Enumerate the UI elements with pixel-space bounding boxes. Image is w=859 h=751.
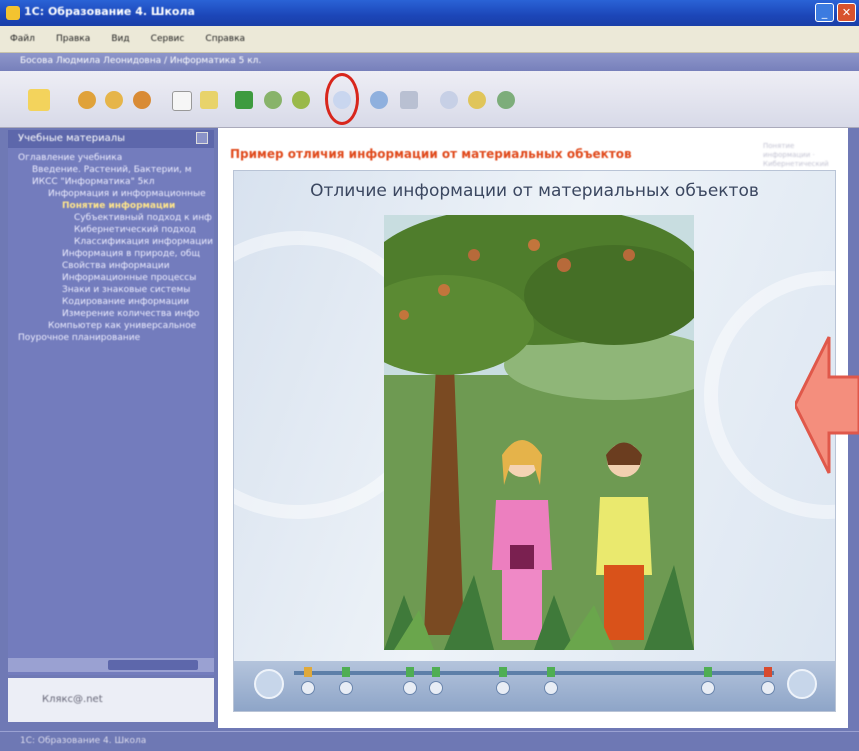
logo-text: Клякс@.net	[42, 694, 103, 705]
logo: Клякс@.net	[8, 678, 214, 722]
breadcrumb-text: Босова Людмила Леонидовна / Информатика …	[20, 56, 262, 66]
timeline-marker[interactable]	[499, 667, 507, 677]
timeline-marker[interactable]	[304, 667, 312, 677]
sidebar: Учебные материалы Оглавление учебника Вв…	[8, 130, 214, 675]
breadcrumb: Босова Людмила Леонидовна / Информатика …	[0, 53, 859, 71]
tree-item[interactable]: Измерение количества инфо	[8, 308, 214, 320]
home-icon[interactable]	[28, 89, 50, 111]
timeline-marker[interactable]	[704, 667, 712, 677]
menu-edit[interactable]: Правка	[56, 34, 90, 44]
magnifier-icon[interactable]	[370, 91, 388, 109]
page-icon[interactable]	[172, 91, 192, 111]
tree-item[interactable]: Компьютер как универсальное	[8, 320, 214, 332]
tree-item[interactable]: Введение. Растений, Бактерии, м	[8, 164, 214, 176]
tree-item[interactable]: Кодирование информации	[8, 296, 214, 308]
chapter-dot[interactable]	[403, 681, 417, 695]
menu-bar: Файл Правка Вид Сервис Справка	[0, 26, 859, 53]
tree-item[interactable]: Информация в природе, общ	[8, 248, 214, 260]
timeline-marker[interactable]	[406, 667, 414, 677]
page-title: Пример отличия информации от материальны…	[230, 147, 632, 161]
close-button[interactable]: ✕	[837, 3, 856, 22]
chapter-dot[interactable]	[339, 681, 353, 695]
timeline-marker[interactable]	[547, 667, 555, 677]
toolbar	[0, 71, 859, 128]
menu-view[interactable]: Вид	[111, 34, 129, 44]
scrollbar-thumb[interactable]	[108, 660, 198, 670]
slide-illustration	[384, 215, 694, 650]
tree-item[interactable]: Поурочное планирование	[8, 332, 214, 344]
menu-file[interactable]: Файл	[10, 34, 35, 44]
window-title: 1С: Образование 4. Школа	[24, 5, 195, 18]
menu-service[interactable]: Сервис	[151, 34, 185, 44]
tree-item[interactable]: Информационные процессы	[8, 272, 214, 284]
timeline-marker[interactable]	[342, 667, 350, 677]
status-text: 1С: Образование 4. Школа	[20, 736, 147, 746]
audio-icon[interactable]	[440, 91, 458, 109]
status-bar: 1С: Образование 4. Школа	[0, 731, 859, 751]
chapter-dot[interactable]	[301, 681, 315, 695]
leaf-icon[interactable]	[292, 91, 310, 109]
book-icon[interactable]	[235, 91, 253, 109]
tree-item[interactable]: Классификация информации	[8, 236, 214, 248]
timeline-marker[interactable]	[764, 667, 772, 677]
sidebar-close-button[interactable]	[196, 132, 208, 144]
chapter-dot[interactable]	[429, 681, 443, 695]
slide-title: Отличие информации от материальных объек…	[310, 181, 759, 201]
sidebar-header: Учебные материалы	[8, 130, 214, 148]
help-icon[interactable]	[497, 91, 515, 109]
playback-bar	[234, 661, 835, 711]
bookmark-icon[interactable]	[200, 91, 218, 109]
sidebar-title: Учебные материалы	[18, 133, 125, 144]
menu-help[interactable]: Справка	[205, 34, 245, 44]
timeline-marker[interactable]	[432, 667, 440, 677]
print-icon[interactable]	[400, 91, 418, 109]
content-panel: Пример отличия информации от материальны…	[218, 128, 848, 728]
notes-icon[interactable]	[264, 91, 282, 109]
tree-item[interactable]: Знаки и знаковые системы	[8, 284, 214, 296]
chapter-dot[interactable]	[496, 681, 510, 695]
play-button[interactable]	[254, 669, 284, 699]
app-icon	[6, 6, 20, 20]
chapter-dot[interactable]	[544, 681, 558, 695]
tree-item[interactable]: Свойства информации	[8, 260, 214, 272]
tree-item[interactable]: ИКСС "Информатика" 5кл	[8, 176, 214, 188]
next-button[interactable]	[787, 669, 817, 699]
tree-item[interactable]: Субъективный подход к инф	[8, 212, 214, 224]
minimize-button[interactable]: _	[815, 3, 834, 22]
info-icon[interactable]	[468, 91, 486, 109]
chapter-dot[interactable]	[701, 681, 715, 695]
pointer-arrow-icon	[795, 336, 859, 474]
slide-viewer: Отличие информации от материальных объек…	[233, 170, 836, 712]
back-icon[interactable]	[78, 91, 96, 109]
refresh-icon[interactable]	[105, 91, 123, 109]
search-icon[interactable]	[333, 91, 351, 109]
sidebar-scrollbar[interactable]	[8, 658, 214, 672]
tree-item-selected[interactable]: Понятие информации	[8, 200, 214, 212]
timeline-track[interactable]	[294, 671, 774, 675]
chapter-dot[interactable]	[761, 681, 775, 695]
title-bar: 1С: Образование 4. Школа _ ✕	[0, 0, 859, 26]
tree-item[interactable]: Оглавление учебника	[8, 152, 214, 164]
tree-item[interactable]: Информация и информационные	[8, 188, 214, 200]
course-tree: Оглавление учебника Введение. Растений, …	[8, 152, 214, 344]
forward-icon[interactable]	[133, 91, 151, 109]
tree-item[interactable]: Кибернетический подход	[8, 224, 214, 236]
